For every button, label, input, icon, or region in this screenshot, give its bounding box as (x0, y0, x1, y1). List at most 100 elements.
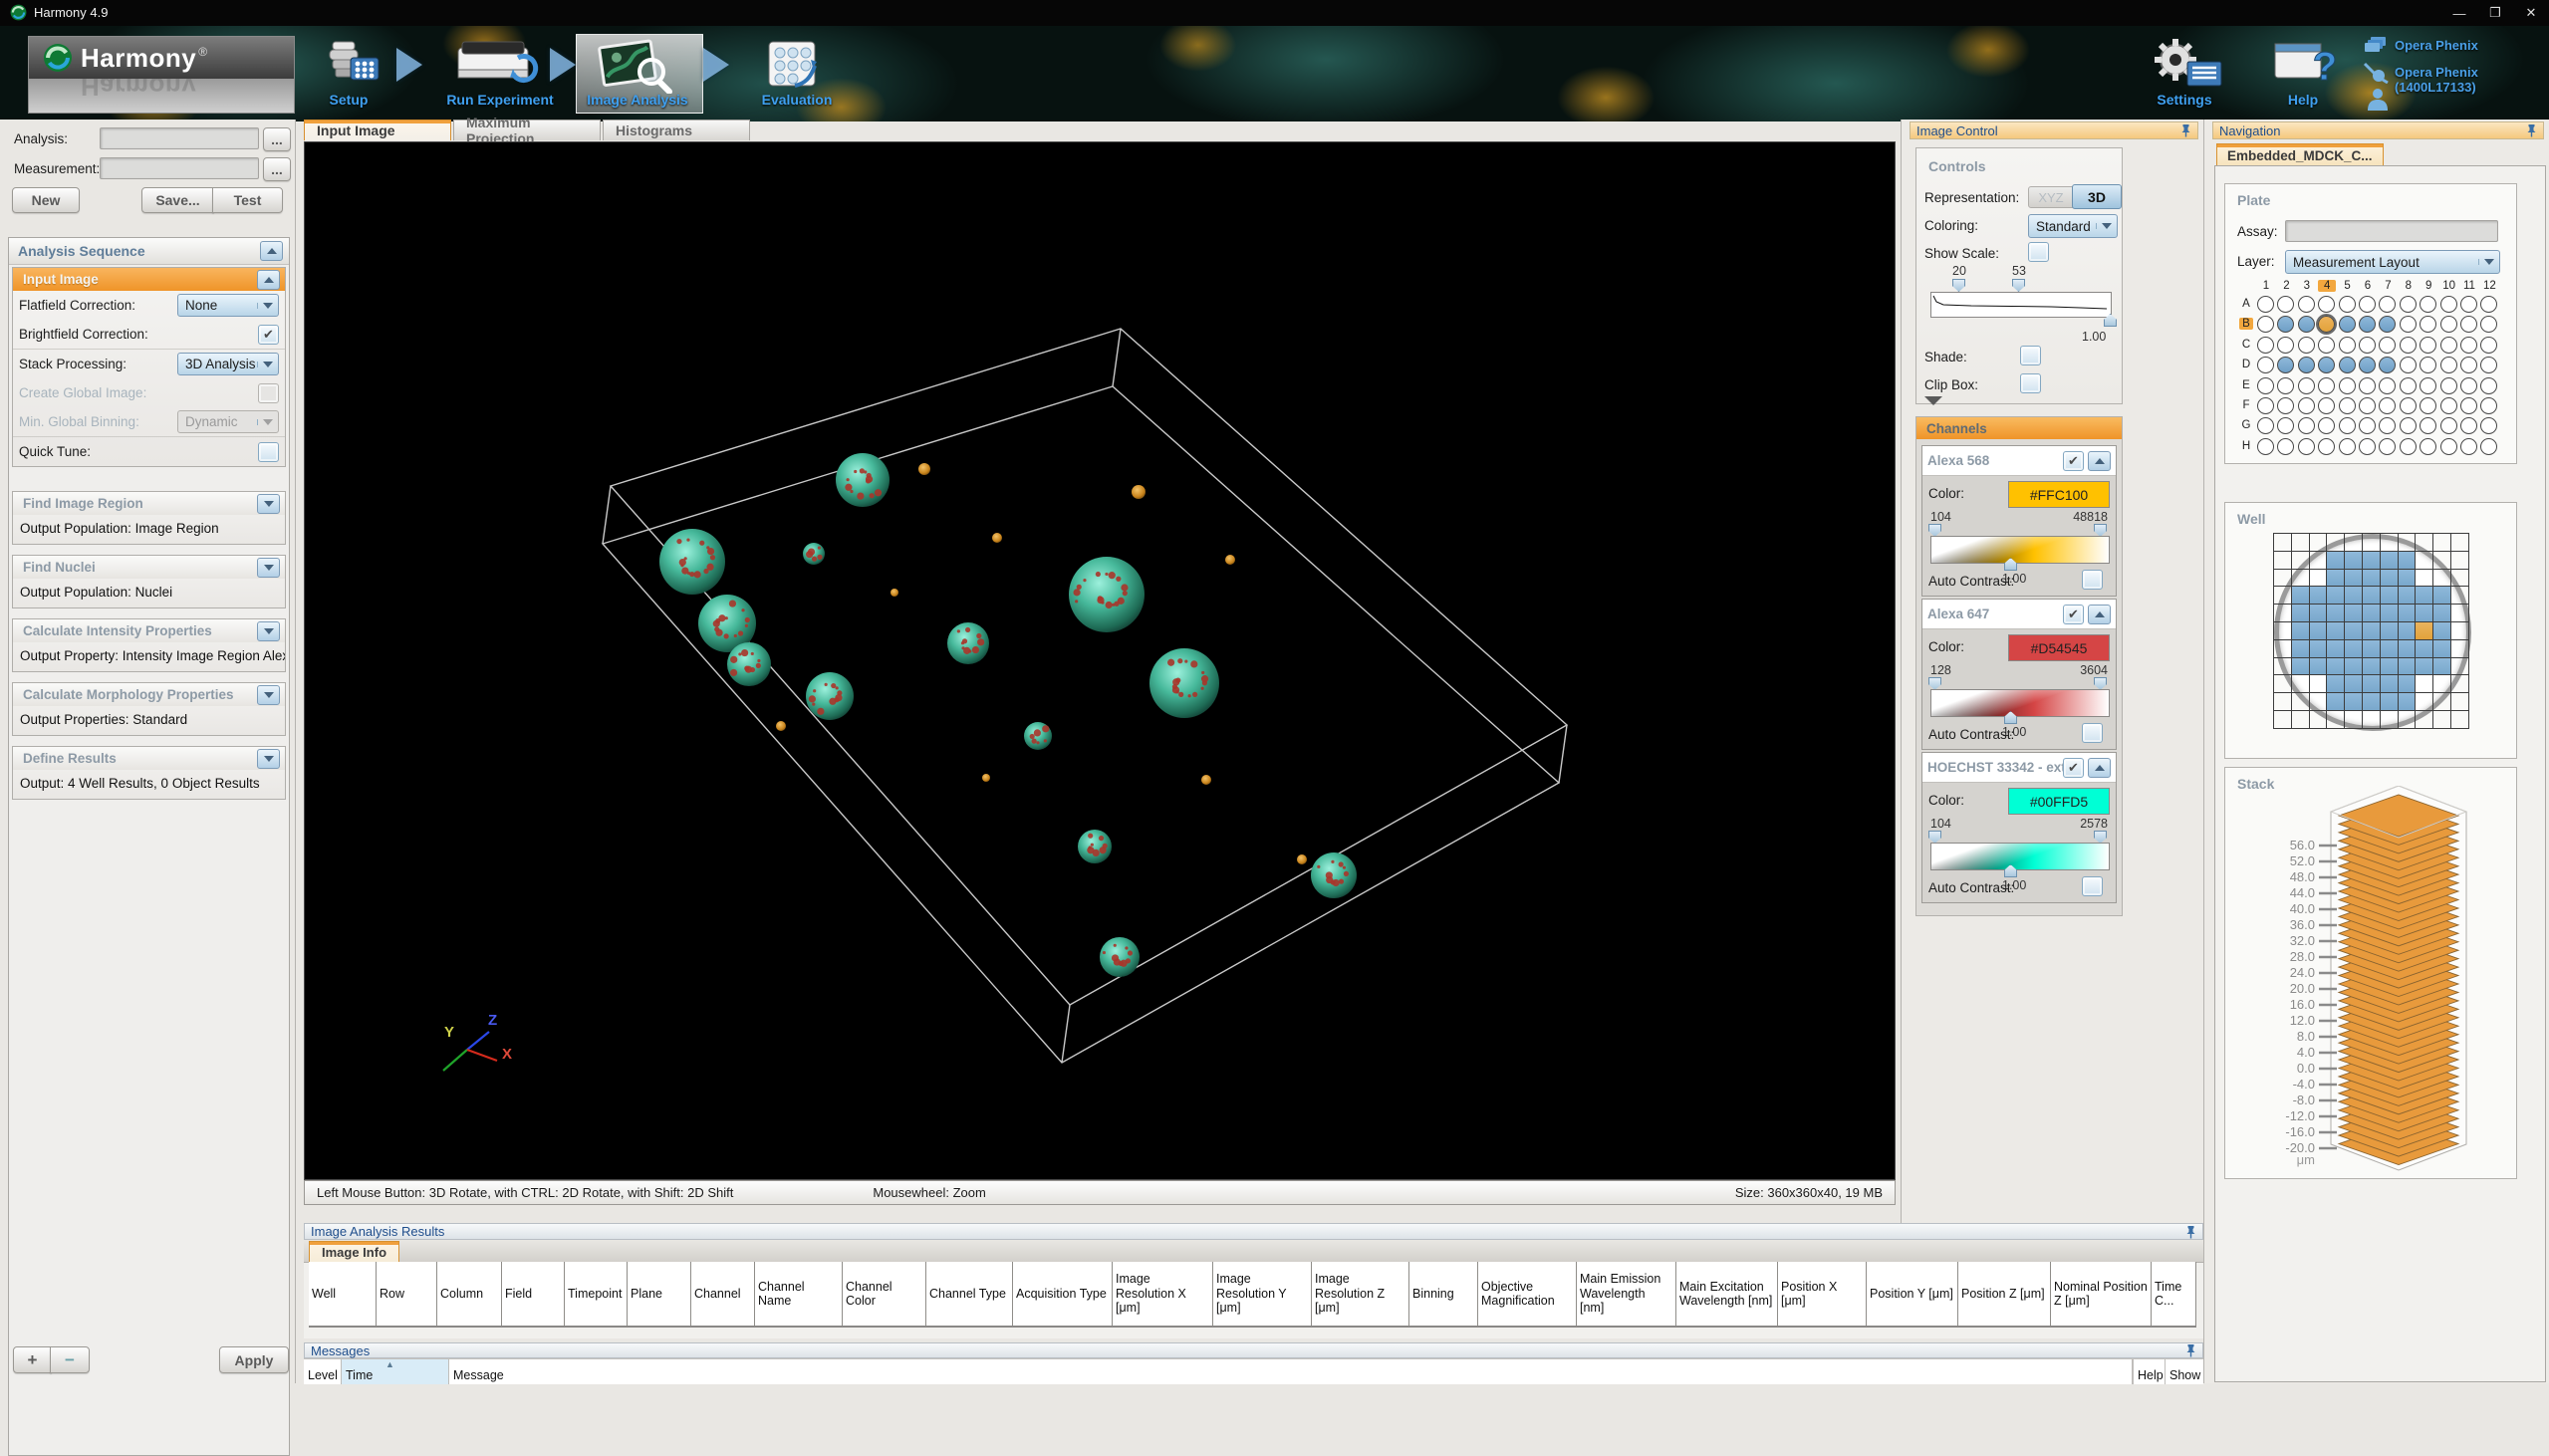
pl­ate-well-D7[interactable] (2379, 357, 2396, 373)
plate-col-label[interactable]: 12 (2480, 280, 2498, 292)
well-field[interactable] (2363, 570, 2381, 588)
well-field[interactable] (2416, 622, 2433, 640)
pl­ate-well-C8[interactable] (2400, 337, 2417, 354)
quick-tune-checkbox[interactable] (258, 442, 279, 462)
pl­ate-well-H11[interactable] (2460, 438, 2477, 455)
well-field[interactable] (2399, 640, 2417, 658)
well-field[interactable] (2310, 658, 2328, 676)
pl­ate-well-E6[interactable] (2359, 377, 2376, 394)
pl­ate-well-E3[interactable] (2298, 377, 2315, 394)
pl­ate-well-D11[interactable] (2460, 357, 2477, 373)
channel-color-swatch[interactable]: #FFC100 (2008, 481, 2110, 508)
plate-row-label[interactable]: C (2239, 339, 2253, 351)
well-field[interactable] (2451, 622, 2469, 640)
auto-contrast-checkbox[interactable] (2082, 570, 2103, 590)
3d-segment[interactable]: 3D (2072, 184, 2122, 209)
minimize-button[interactable]: — (2441, 0, 2477, 26)
pl­ate-well-G9[interactable] (2420, 417, 2436, 434)
pl­ate-well-B9[interactable] (2420, 316, 2436, 333)
well-field[interactable] (2381, 605, 2399, 622)
well-field[interactable] (2327, 693, 2345, 711)
flatfield-dropdown[interactable]: None (177, 294, 279, 317)
well-field[interactable] (2399, 534, 2417, 552)
well-field[interactable] (2381, 693, 2399, 711)
block-dropdown-button[interactable] (257, 685, 280, 705)
show-scale-checkbox[interactable] (2028, 242, 2049, 262)
well-field[interactable] (2327, 587, 2345, 605)
well-field[interactable] (2292, 640, 2310, 658)
pl­ate-well-D5[interactable] (2339, 357, 2356, 373)
well-field[interactable] (2416, 693, 2433, 711)
well-field[interactable] (2274, 552, 2292, 570)
pl­ate-well-B6[interactable] (2359, 316, 2376, 333)
well-field[interactable] (2381, 640, 2399, 658)
well-field[interactable] (2345, 675, 2363, 693)
well-field[interactable] (2399, 658, 2417, 676)
collapse-input-image-button[interactable] (257, 270, 280, 290)
results-column-header[interactable]: Channel Type (926, 1262, 1013, 1326)
messages-help-column[interactable]: Help (2133, 1359, 2166, 1384)
pl­ate-well-F4[interactable] (2318, 397, 2335, 414)
well-field[interactable] (2310, 640, 2328, 658)
pl­ate-well-H4[interactable] (2318, 438, 2335, 455)
pl­ate-well-H5[interactable] (2339, 438, 2356, 455)
channel-collapse-button[interactable] (2088, 758, 2111, 778)
pl­ate-well-B12[interactable] (2480, 316, 2497, 333)
well-field[interactable] (2327, 622, 2345, 640)
pl­ate-well-E9[interactable] (2420, 377, 2436, 394)
well-field[interactable] (2327, 552, 2345, 570)
well-field[interactable] (2327, 605, 2345, 622)
tab-image-info[interactable]: Image Info (309, 1241, 399, 1262)
pl­ate-well-C10[interactable] (2440, 337, 2457, 354)
evaluation-label[interactable]: Evaluation (762, 92, 833, 108)
block-dropdown-button[interactable] (257, 494, 280, 514)
well-field[interactable] (2433, 711, 2451, 729)
representation-toggle[interactable]: XYZ 3D (2028, 184, 2122, 209)
well-field[interactable] (2381, 711, 2399, 729)
well-field[interactable] (2363, 605, 2381, 622)
pl­ate-well-C5[interactable] (2339, 337, 2356, 354)
channel-color-swatch[interactable]: #00FFD5 (2008, 788, 2110, 815)
pl­ate-well-C4[interactable] (2318, 337, 2335, 354)
well-field[interactable] (2310, 605, 2328, 622)
new-button[interactable]: New (12, 187, 80, 213)
well-field[interactable] (2310, 552, 2328, 570)
analysis-browse-button[interactable]: ... (263, 127, 291, 151)
xyz-segment[interactable]: XYZ (2028, 186, 2074, 208)
pl­ate-well-E2[interactable] (2277, 377, 2294, 394)
pl­ate-well-B1[interactable] (2257, 316, 2274, 333)
results-column-header[interactable]: Well (309, 1262, 377, 1326)
pl­ate-well-D12[interactable] (2480, 357, 2497, 373)
setup-icon[interactable] (321, 38, 381, 90)
well-field[interactable] (2399, 711, 2417, 729)
pl­ate-well-F2[interactable] (2277, 397, 2294, 414)
well-field[interactable] (2292, 605, 2310, 622)
well-field[interactable] (2416, 605, 2433, 622)
plate-col-label[interactable]: 6 (2359, 280, 2377, 292)
plate-col-label[interactable]: 3 (2298, 280, 2316, 292)
pl­ate-well-E1[interactable] (2257, 377, 2274, 394)
well-field[interactable] (2433, 640, 2451, 658)
well-field[interactable] (2451, 693, 2469, 711)
messages-time-column[interactable]: ▲ Time (342, 1359, 449, 1384)
apply-button[interactable]: Apply (219, 1346, 289, 1373)
well-field[interactable] (2399, 622, 2417, 640)
well-field[interactable] (2399, 587, 2417, 605)
plate-row-label[interactable]: B (2239, 318, 2253, 330)
well-field[interactable] (2363, 622, 2381, 640)
shade-checkbox[interactable] (2020, 346, 2041, 365)
plate-col-label[interactable]: 5 (2339, 280, 2357, 292)
well-field[interactable] (2274, 570, 2292, 588)
pl­ate-well-C3[interactable] (2298, 337, 2315, 354)
block-calc-intensity[interactable]: Calculate Intensity Properties Output Pr… (12, 618, 286, 672)
plate-col-label[interactable]: 11 (2460, 280, 2478, 292)
well-field[interactable] (2363, 675, 2381, 693)
well-field[interactable] (2345, 605, 2363, 622)
channel-collapse-button[interactable] (2088, 605, 2111, 624)
tab-histograms[interactable]: Histograms (603, 120, 750, 140)
well-field[interactable] (2381, 570, 2399, 588)
run-experiment-icon[interactable] (456, 40, 542, 90)
well-field[interactable] (2363, 693, 2381, 711)
well-field[interactable] (2416, 711, 2433, 729)
well-field[interactable] (2433, 622, 2451, 640)
